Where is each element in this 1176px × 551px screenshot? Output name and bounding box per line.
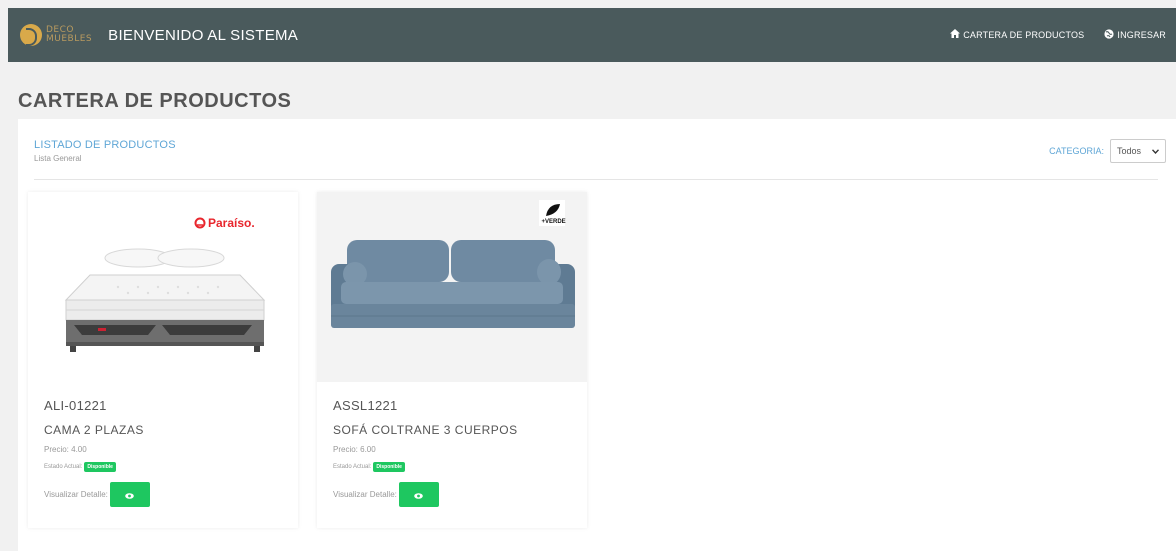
status-label: Estado Actual: — [44, 464, 83, 470]
verde-brand-text: +VERDE — [542, 219, 566, 225]
deco-muebles-logo[interactable]: DECO MUEBLES — [20, 24, 92, 46]
home-icon — [950, 29, 961, 41]
sofa-image: +VERDE — [317, 192, 587, 382]
category-select[interactable]: Todos — [1110, 139, 1166, 163]
product-detail-row: Visualizar Detalle: — [333, 482, 571, 507]
product-code: ASSL1221 — [333, 398, 398, 413]
globe-icon — [1104, 28, 1114, 42]
product-card: Paraíso. ALI-01221 CAMA 2 PLAZAS Precio:… — [28, 192, 298, 528]
status-badge: Disponible — [84, 462, 116, 472]
system-title: BIENVENIDO AL SISTEMA — [108, 26, 299, 44]
header-divider — [34, 179, 1158, 180]
status-label: Estado Actual: — [333, 464, 372, 470]
category-filter: CATEGORIA: Todos — [1049, 139, 1166, 163]
nav-links: CARTERA DE PRODUCTOS INGRESAR — [930, 28, 1166, 42]
nav-link-ingresar-label: INGRESAR — [1117, 30, 1166, 40]
view-detail-button[interactable] — [398, 482, 439, 507]
product-status: Estado Actual: Disponible — [333, 462, 571, 472]
bed-image: Paraíso. — [28, 192, 298, 382]
eye-icon — [125, 486, 135, 504]
products-panel: LISTADO DE PRODUCTOS Lista General CATEG… — [18, 119, 1176, 551]
product-price: Precio: 6.00 — [333, 445, 376, 454]
paraiso-brand-text: Paraíso. — [208, 216, 255, 230]
page-title: CARTERA DE PRODUCTOS — [18, 90, 292, 112]
detail-label: Visualizar Detalle: — [44, 490, 108, 499]
nav-link-cartera[interactable]: CARTERA DE PRODUCTOS — [950, 29, 1084, 41]
product-status: Estado Actual: Disponible — [44, 462, 282, 472]
chevron-down-icon — [1151, 147, 1160, 156]
nav-link-cartera-label: CARTERA DE PRODUCTOS — [963, 30, 1085, 40]
category-select-value: Todos — [1117, 146, 1142, 156]
product-price: Precio: 4.00 — [44, 445, 87, 454]
product-code: ALI-01221 — [44, 398, 107, 413]
top-navbar: DECO MUEBLES BIENVENIDO AL SISTEMA CARTE… — [8, 8, 1176, 62]
nav-link-ingresar[interactable]: INGRESAR — [1104, 28, 1166, 42]
eye-icon — [414, 486, 424, 504]
status-badge: Disponible — [373, 462, 405, 472]
view-detail-button[interactable] — [109, 482, 150, 507]
detail-label: Visualizar Detalle: — [333, 490, 397, 499]
logo-mark-icon — [20, 24, 42, 46]
product-detail-row: Visualizar Detalle: — [44, 482, 282, 507]
product-name: SOFÁ COLTRANE 3 CUERPOS — [333, 423, 518, 437]
panel-title: LISTADO DE PRODUCTOS — [34, 139, 176, 151]
panel-subtitle: Lista General — [34, 154, 82, 163]
brand[interactable]: DECO MUEBLES BIENVENIDO AL SISTEMA — [20, 24, 298, 46]
logo-line2: MUEBLES — [46, 34, 93, 44]
panel-header: LISTADO DE PRODUCTOS Lista General — [34, 139, 176, 163]
product-card: +VERDE ASSL1221 SOFÁ COLTRANE 3 CUERPOS — [317, 192, 587, 528]
product-name: CAMA 2 PLAZAS — [44, 423, 144, 437]
category-label: CATEGORIA: — [1049, 146, 1104, 156]
